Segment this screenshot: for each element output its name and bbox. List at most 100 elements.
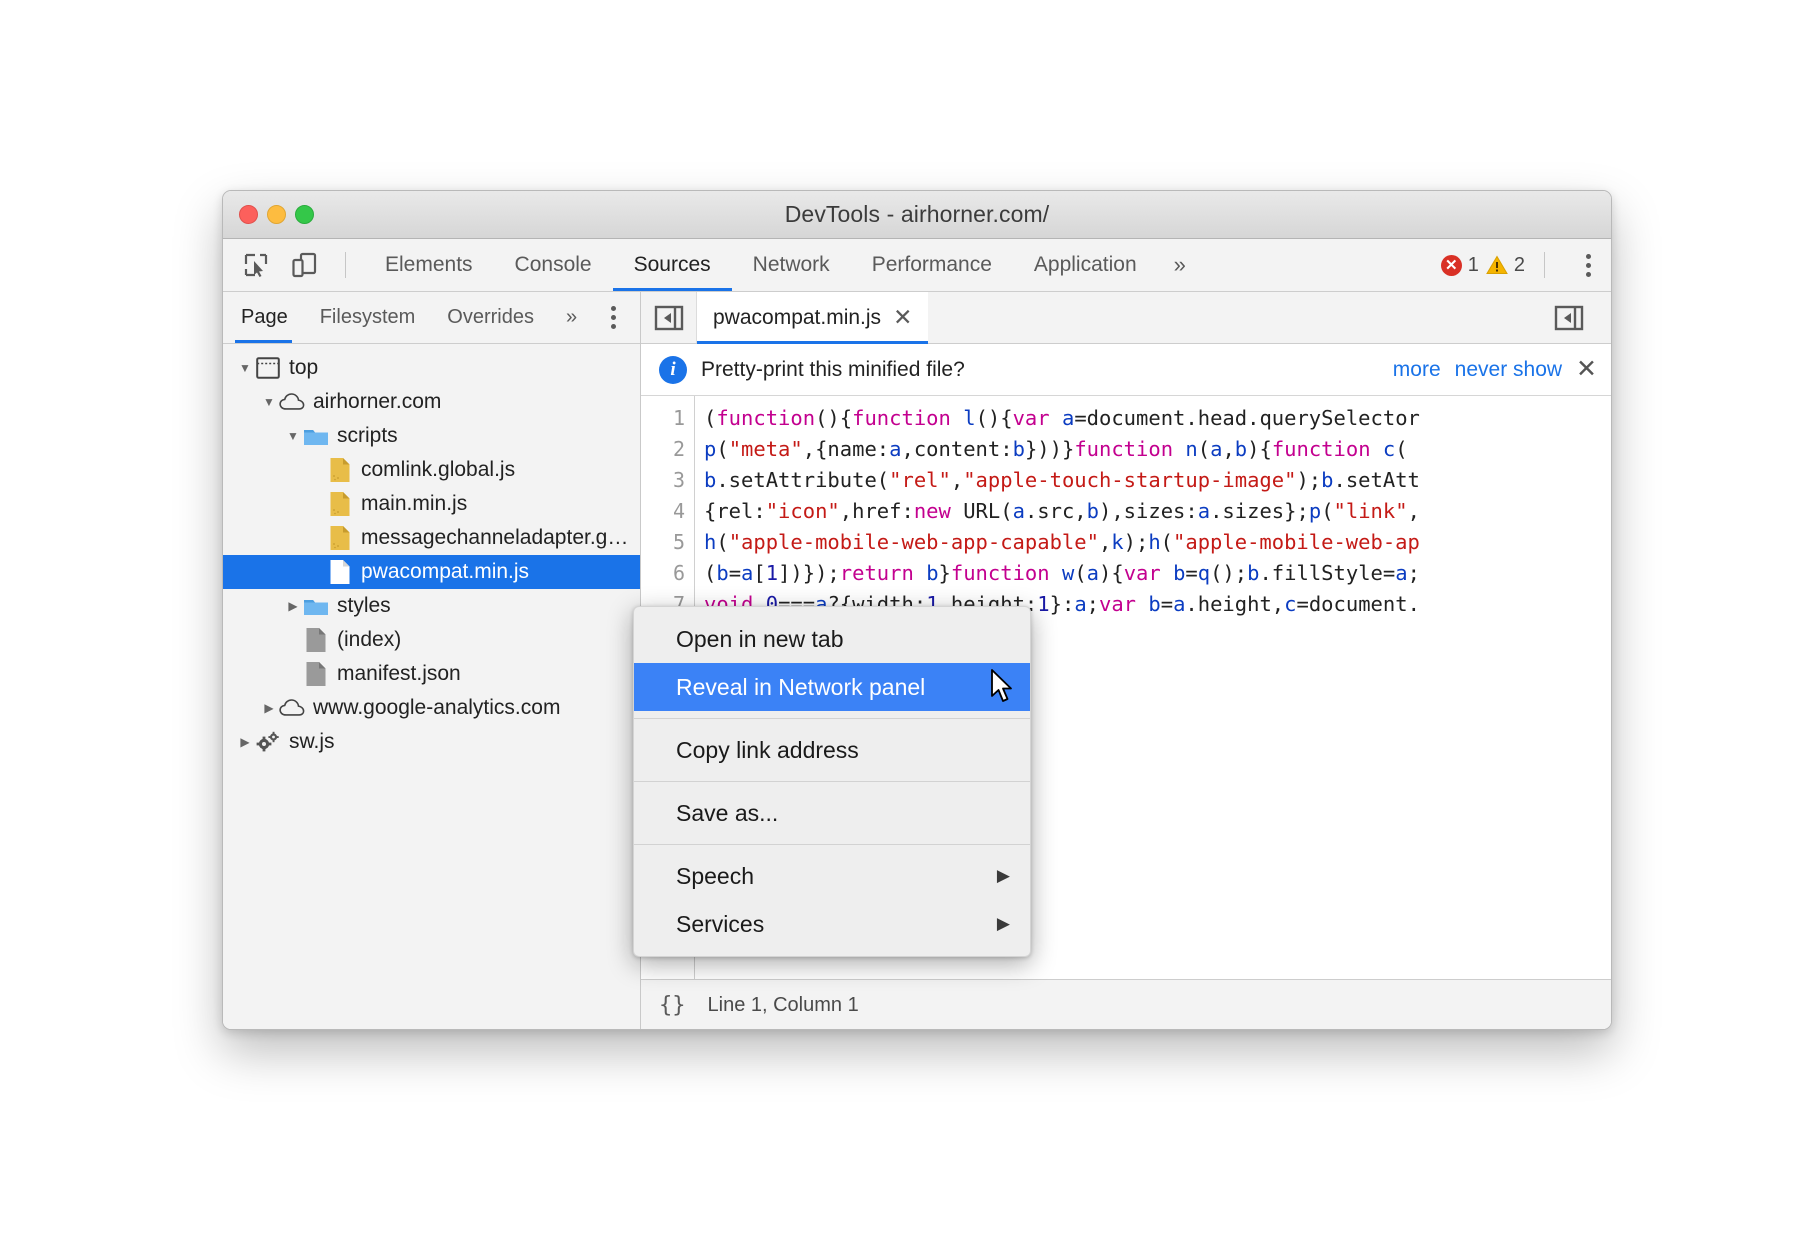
devtools-settings-icon[interactable] — [1580, 248, 1597, 283]
nav-tab-page[interactable]: Page — [223, 292, 304, 343]
code-line: h("apple-mobile-web-app-capable",k);h("a… — [704, 527, 1611, 558]
js-file-icon — [327, 491, 353, 517]
tree-item-label: styles — [337, 594, 391, 618]
warning-badge[interactable]: 2 — [1486, 254, 1525, 277]
tab-elements[interactable]: Elements — [364, 239, 494, 291]
context-menu-item-label: Speech — [676, 863, 754, 890]
twisty-expanded-icon[interactable]: ▼ — [283, 429, 303, 443]
tree-item-label: sw.js — [289, 730, 335, 754]
navigator-pane: Page Filesystem Overrides » ▼top▼airhorn… — [223, 292, 641, 1030]
context-menu-separator — [634, 781, 1030, 782]
screenshot-root: DevTools - airhorner.com/ — [0, 0, 1810, 1250]
tree-item-scripts[interactable]: ▼scripts — [223, 419, 640, 453]
infobar-never-show-link[interactable]: never show — [1455, 358, 1562, 382]
file-icon-selected — [327, 559, 353, 585]
tab-console[interactable]: Console — [494, 239, 613, 291]
navigator-options-icon[interactable] — [605, 292, 622, 343]
tree-item-comlink-global-js[interactable]: comlink.global.js — [223, 453, 640, 487]
warning-count: 2 — [1514, 254, 1525, 277]
context-menu-item-copy-link-address[interactable]: Copy link address — [634, 726, 1030, 774]
line-number: 4 — [641, 496, 685, 527]
pretty-print-icon[interactable]: {} — [659, 993, 686, 1018]
more-panels-icon[interactable]: » — [1158, 239, 1202, 291]
file-tree: ▼top▼airhorner.com▼scriptscomlink.global… — [223, 344, 640, 1030]
code-line: (b=a[1])});return b}function w(a){var b=… — [704, 558, 1611, 589]
twisty-collapsed-icon[interactable]: ▶ — [283, 599, 303, 613]
infobar-message: Pretty-print this minified file? — [701, 358, 965, 382]
tab-sources[interactable]: Sources — [613, 239, 732, 291]
editor-tab-label: pwacompat.min.js — [713, 306, 881, 330]
context-menu-item-save-as[interactable]: Save as... — [634, 789, 1030, 837]
tab-application[interactable]: Application — [1013, 239, 1158, 291]
editor-tab-pwacompat[interactable]: pwacompat.min.js ✕ — [697, 292, 928, 343]
js-file-icon — [327, 457, 353, 483]
tree-item-label: manifest.json — [337, 662, 461, 686]
show-sidebar-icon[interactable] — [1541, 305, 1597, 331]
toolbar-status-group: ✕ 1 2 — [1441, 239, 1597, 291]
tree-item-pwacompat-min-js[interactable]: pwacompat.min.js — [223, 555, 640, 589]
inspect-element-icon[interactable] — [237, 246, 275, 284]
window-titlebar: DevTools - airhorner.com/ — [223, 191, 1611, 239]
tree-item-label: main.min.js — [361, 492, 467, 516]
infobar-more-link[interactable]: more — [1393, 358, 1441, 382]
twisty-expanded-icon[interactable]: ▼ — [259, 395, 279, 409]
tree-item-label: www.google-analytics.com — [313, 696, 560, 720]
code-line: (function(){function l(){var a=document.… — [704, 403, 1611, 434]
tab-performance[interactable]: Performance — [851, 239, 1013, 291]
context-menu-item-speech[interactable]: Speech▶ — [634, 852, 1030, 900]
twisty-expanded-icon[interactable]: ▼ — [235, 361, 255, 375]
editor-statusbar: {} Line 1, Column 1 — [641, 979, 1611, 1030]
error-icon: ✕ — [1441, 255, 1462, 276]
document-icon — [303, 661, 329, 687]
tree-item-label: pwacompat.min.js — [361, 560, 529, 584]
tree-item-www-google-analytics-com[interactable]: ▶ www.google-analytics.com — [223, 691, 640, 725]
context-menu-item-label: Services — [676, 911, 764, 938]
twisty-collapsed-icon[interactable]: ▶ — [235, 735, 255, 749]
line-number: 1 — [641, 403, 685, 434]
tree-item-messagechanneladapter-global-js[interactable]: messagechanneladapter.global.js — [223, 521, 640, 555]
tree-item-manifest-json[interactable]: manifest.json — [223, 657, 640, 691]
document-icon — [303, 627, 329, 653]
infobar-close-icon[interactable]: ✕ — [1576, 357, 1597, 382]
line-number: 3 — [641, 465, 685, 496]
tree-item--index-[interactable]: (index) — [223, 623, 640, 657]
device-toolbar-icon[interactable] — [285, 246, 323, 284]
tree-item-airhorner-com[interactable]: ▼ airhorner.com — [223, 385, 640, 419]
code-line: b.setAttribute("rel","apple-touch-startu… — [704, 465, 1611, 496]
twisty-collapsed-icon[interactable]: ▶ — [259, 701, 279, 715]
line-number: 6 — [641, 558, 685, 589]
tree-item-styles[interactable]: ▶ styles — [223, 589, 640, 623]
close-icon[interactable]: ✕ — [893, 306, 912, 329]
service-worker-icon — [255, 730, 281, 754]
context-menu-item-label: Copy link address — [676, 737, 859, 764]
show-navigator-icon[interactable] — [641, 292, 697, 343]
tree-item-label: messagechanneladapter.global.js — [361, 526, 632, 550]
mouse-cursor — [990, 668, 1016, 711]
nav-tab-overrides[interactable]: Overrides — [431, 292, 550, 343]
tree-item-label: comlink.global.js — [361, 458, 515, 482]
panel-tabs: Elements Console Sources Network Perform… — [364, 239, 1202, 291]
line-number: 2 — [641, 434, 685, 465]
infobar-actions: more never show ✕ — [1393, 357, 1597, 382]
devtools-toolbar: Elements Console Sources Network Perform… — [223, 239, 1611, 292]
folder-icon — [303, 426, 329, 447]
tree-item-top[interactable]: ▼top — [223, 351, 640, 385]
nav-more-tabs-icon[interactable]: » — [550, 292, 593, 343]
context-menu-item-services[interactable]: Services▶ — [634, 900, 1030, 948]
cursor-position: Line 1, Column 1 — [708, 994, 859, 1017]
tree-item-label: airhorner.com — [313, 390, 441, 414]
js-file-icon — [327, 525, 353, 551]
tree-item-sw-js[interactable]: ▶ sw.js — [223, 725, 640, 759]
error-count: 1 — [1468, 254, 1479, 277]
context-menu-separator — [634, 718, 1030, 719]
error-badge[interactable]: ✕ 1 — [1441, 254, 1479, 277]
toolbar-divider — [345, 252, 346, 278]
tree-item-main-min-js[interactable]: main.min.js — [223, 487, 640, 521]
tab-network[interactable]: Network — [732, 239, 851, 291]
context-menu-item-reveal-in-network-panel[interactable]: Reveal in Network panel — [634, 663, 1030, 711]
context-menu-item-open-in-new-tab[interactable]: Open in new tab — [634, 615, 1030, 663]
status-divider — [1544, 252, 1545, 278]
nav-tab-filesystem[interactable]: Filesystem — [304, 292, 432, 343]
context-menu-item-label: Open in new tab — [676, 626, 844, 653]
context-menu-item-label: Save as... — [676, 800, 778, 827]
